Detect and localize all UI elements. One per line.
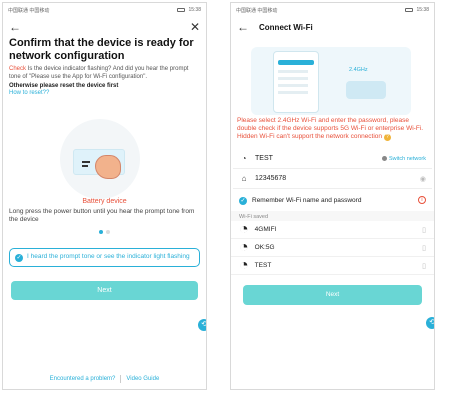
hand-press-icon	[95, 155, 121, 179]
back-arrow-icon[interactable]: ←	[237, 21, 249, 33]
ghz-label: 2.4GHz	[349, 67, 368, 73]
phone-illustration	[273, 51, 319, 113]
trash-icon[interactable]: ▯	[422, 262, 426, 270]
status-bar: 中国联通 中国移动 15:38	[231, 3, 434, 17]
lock-icon: ⌂	[241, 174, 247, 183]
check-icon[interactable]: ✓	[239, 196, 247, 205]
help-icon[interactable]: ?	[383, 134, 391, 141]
saved-wifi-header: Wi-Fi saved	[231, 211, 434, 221]
press-instruction: Long press the power button until you he…	[9, 208, 195, 223]
carrier-text: 中国联通 中国移动	[236, 7, 278, 14]
saved-wifi-item[interactable]: ◔ 4GMIFI ▯	[231, 221, 434, 239]
carrier-text: 中国联通 中国移动	[8, 7, 50, 14]
instruction-rest: Is the device indicator flashing? And di…	[9, 66, 189, 80]
battery-icon	[405, 8, 414, 12]
device-illustration	[3, 97, 206, 199]
password-row[interactable]: ⌂ 12345678 ◉	[233, 169, 432, 189]
battery-icon	[177, 8, 186, 12]
page-title: Connect Wi-Fi	[259, 22, 313, 32]
remember-row[interactable]: ✓ Remember Wi-Fi name and password i	[231, 189, 434, 211]
ssid-value: TEST	[255, 155, 273, 162]
wifi-icon: ◔	[239, 256, 249, 274]
top-nav: ← ✕	[3, 17, 206, 37]
remember-label: Remember Wi-Fi name and password	[252, 196, 362, 204]
status-bar: 中国联通 中国移动 15:38	[3, 3, 206, 17]
clock: 15:38	[416, 7, 429, 13]
floating-help-icon[interactable]: ⟲	[426, 317, 434, 329]
carousel-dots	[3, 224, 206, 234]
switch-network-button[interactable]: Switch network	[382, 156, 426, 162]
next-button[interactable]: Next	[11, 281, 198, 300]
saved-wifi-item[interactable]: ◔ TEST ▯	[231, 257, 434, 275]
saved-wifi-item[interactable]: ◔ OK:5G ▯	[231, 239, 434, 257]
carousel-dot-active[interactable]	[99, 230, 103, 234]
divider	[120, 375, 122, 383]
otherwise-text: Otherwise please reset the device first	[9, 83, 119, 89]
eye-icon[interactable]: ◉	[420, 175, 426, 183]
switch-network-label: Switch network	[389, 155, 426, 162]
carousel-dot[interactable]	[106, 230, 110, 234]
wifi-illustration: 2.4GHz	[231, 37, 434, 117]
instruction-text: Check Is the device indicator flashing? …	[3, 63, 206, 81]
warning-text: Please select 2.4GHz Wi-Fi and enter the…	[237, 117, 424, 140]
password-input[interactable]: 12345678	[255, 175, 414, 182]
confirm-label: I heard the prompt tone or see the indic…	[27, 253, 190, 260]
wifi-icon: ◔	[241, 154, 247, 163]
wifi-icon: ◔	[239, 220, 249, 238]
connect-wifi-screen: 中国联通 中国移动 15:38 ← Connect Wi-Fi 2.4GHz P…	[230, 2, 435, 390]
saved-wifi-name: 4GMIFI	[254, 226, 277, 233]
encountered-problem-link[interactable]: Encountered a problem?	[50, 376, 116, 382]
back-arrow-icon[interactable]: ←	[9, 21, 21, 33]
trash-icon[interactable]: ▯	[422, 226, 426, 234]
ssid-row[interactable]: ◔ TEST Switch network	[233, 149, 432, 169]
floating-help-icon[interactable]: ⟲	[198, 319, 206, 331]
video-guide-link[interactable]: Video Guide	[126, 376, 159, 382]
check-word: Check	[9, 66, 27, 72]
device-ready-screen: 中国联通 中国移动 15:38 ← ✕ Confirm that the dev…	[2, 2, 207, 390]
saved-wifi-name: TEST	[254, 262, 272, 269]
switch-icon	[382, 156, 387, 161]
trash-icon[interactable]: ▯	[422, 244, 426, 252]
check-icon: ✓	[15, 254, 23, 262]
bottom-links: Encountered a problem? Video Guide	[3, 375, 206, 383]
next-button[interactable]: Next	[243, 285, 422, 305]
top-nav: ← Connect Wi-Fi	[231, 17, 434, 37]
clock: 15:38	[188, 7, 201, 13]
page-title: Confirm that the device is ready for net…	[9, 37, 194, 62]
wifi-icon: ◔	[239, 238, 249, 256]
wifi-warning: Please select 2.4GHz Wi-Fi and enter the…	[231, 117, 434, 141]
saved-wifi-name: OK:5G	[254, 244, 275, 251]
close-icon[interactable]: ✕	[190, 21, 200, 33]
confirm-checkbox[interactable]: ✓ I heard the prompt tone or see the ind…	[9, 248, 200, 267]
info-icon[interactable]: i	[418, 196, 426, 204]
router-icon	[346, 81, 386, 99]
how-to-reset-link[interactable]: How to reset??	[3, 89, 206, 97]
